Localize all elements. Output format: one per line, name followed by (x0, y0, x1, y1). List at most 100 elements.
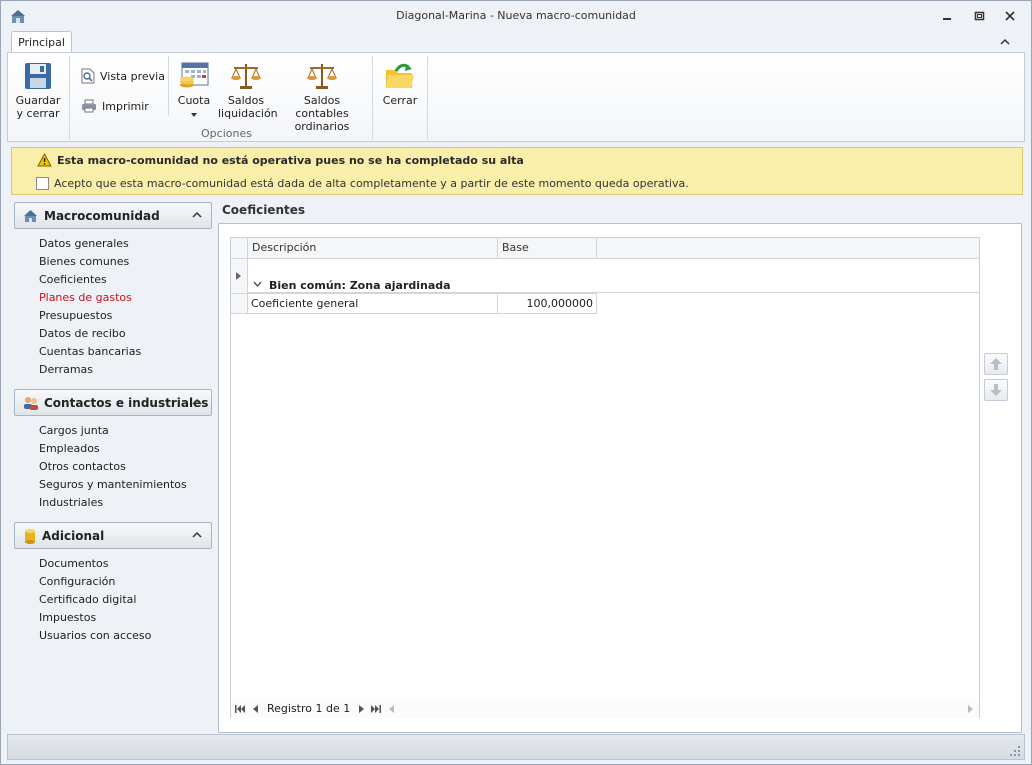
warning-title-text: Esta macro-comunidad no está operativa p… (57, 153, 524, 167)
close-label: Cerrar (382, 94, 418, 107)
minimize-button[interactable] (936, 7, 958, 25)
restore-icon (974, 11, 984, 21)
contacts-icon (24, 396, 38, 410)
nav-item-cargos-junta[interactable]: Cargos junta (39, 424, 109, 437)
status-bar (7, 734, 1025, 760)
chevron-down-icon[interactable] (253, 281, 262, 287)
nav-item-bienes-comunes[interactable]: Bienes comunes (39, 255, 129, 268)
balances-label-1: Saldos (227, 94, 265, 107)
chevron-up-icon (192, 531, 202, 538)
window-title: Diagonal-Marina - Nueva macro-comunidad (396, 9, 636, 22)
minimize-icon (943, 18, 951, 20)
ribbon-separator (168, 56, 169, 116)
dropdown-arrow-icon (191, 113, 197, 117)
move-down-button[interactable] (984, 379, 1008, 401)
accept-operational-checkbox-row[interactable]: Acepto que esta macro-comunidad está dad… (36, 177, 689, 190)
printer-icon (82, 99, 96, 113)
chevron-up-icon (1000, 38, 1010, 45)
scroll-left-icon[interactable] (389, 704, 395, 713)
accounting-label-1: Saldos contables (295, 94, 349, 120)
ribbon-panel: Guardar y cerrar Vista previa Imprimir C… (7, 52, 1025, 142)
cell-divider (596, 294, 597, 314)
preview-button[interactable]: Vista previa (81, 67, 165, 85)
quota-button[interactable]: Cuota (176, 61, 212, 120)
nav-group-title: Macrocomunidad (44, 208, 160, 223)
nav-item-empleados[interactable]: Empleados (39, 442, 100, 455)
save-close-button[interactable]: Guardar y cerrar (14, 61, 62, 120)
ribbon-separator (372, 56, 373, 140)
maximize-button[interactable] (968, 7, 990, 25)
scales-icon (307, 64, 337, 89)
arrow-down-icon (990, 384, 1002, 396)
close-icon (1005, 11, 1015, 21)
title-bar: Diagonal-Marina - Nueva macro-comunidad (1, 1, 1031, 30)
nav-item-otros-contactos[interactable]: Otros contactos (39, 460, 126, 473)
preview-label: Vista previa (100, 69, 165, 83)
cell-base[interactable]: 100,000000 (498, 294, 593, 314)
nav-item-seguros[interactable]: Seguros y mantenimientos (39, 478, 187, 491)
options-group-label: Opciones (201, 127, 252, 140)
first-record-icon[interactable] (235, 704, 245, 713)
balances-label-2: liquidación (218, 107, 278, 120)
preview-icon (81, 68, 95, 84)
previous-record-icon[interactable] (253, 704, 258, 713)
balances-settlement-button[interactable]: Saldos liquidación (218, 61, 278, 120)
tab-principal[interactable]: Principal (11, 31, 72, 54)
accounting-label-2: ordinarios (294, 120, 350, 133)
collapse-ribbon-button[interactable] (997, 34, 1013, 50)
quota-label: Cuota (177, 94, 211, 107)
nav-item-datos-de-recibo[interactable]: Datos de recibo (39, 327, 126, 340)
resize-grip-icon[interactable] (1010, 746, 1020, 756)
row-indicator (231, 259, 248, 293)
nav-group-contactos[interactable]: Contactos e industriales (14, 389, 212, 416)
nav-item-certificado-digital[interactable]: Certificado digital (39, 593, 136, 606)
nav-item-planes-de-gastos[interactable]: Planes de gastos (39, 291, 132, 304)
scales-icon (231, 64, 261, 89)
group-row-label[interactable]: Bien común: Zona ajardinada (269, 279, 451, 292)
column-header-descripcion[interactable]: Descripción (248, 238, 498, 258)
warning-icon (37, 153, 52, 167)
folder-arrow-icon (386, 63, 414, 88)
close-window-button[interactable] (999, 7, 1021, 25)
nav-item-industriales[interactable]: Industriales (39, 496, 103, 509)
nav-group-title: Adicional (42, 528, 105, 543)
next-record-icon[interactable] (359, 704, 365, 713)
nav-group-adicional[interactable]: Adicional (14, 522, 212, 549)
nav-group-title: Contactos e industriales (44, 395, 209, 410)
nav-item-coeficientes[interactable]: Coeficientes (39, 273, 107, 286)
warning-banner: Esta macro-comunidad no está operativa p… (11, 147, 1023, 195)
community-icon (24, 209, 37, 222)
nav-item-derramas[interactable]: Derramas (39, 363, 93, 376)
nav-item-usuarios-con-acceso[interactable]: Usuarios con acceso (39, 629, 151, 642)
nav-item-configuracion[interactable]: Configuración (39, 575, 115, 588)
arrow-up-icon (990, 358, 1002, 370)
table-row[interactable]: Coeficiente general 100,000000 (248, 293, 597, 314)
nav-group-macrocomunidad[interactable]: Macrocomunidad (14, 202, 212, 229)
move-up-button[interactable] (984, 353, 1008, 375)
nav-item-presupuestos[interactable]: Presupuestos (39, 309, 112, 322)
save-close-label-2: y cerrar (16, 107, 60, 120)
accounting-balances-button[interactable]: Saldos contables ordinarios (278, 61, 366, 133)
record-count-label: Registro 1 de 1 (267, 702, 351, 715)
close-button[interactable]: Cerrar (380, 61, 420, 107)
ribbon-separator (427, 56, 428, 140)
grid-header: Descripción Base (231, 238, 979, 259)
accept-operational-checkbox[interactable] (36, 177, 49, 190)
cell-description[interactable]: Coeficiente general (251, 294, 497, 314)
chevron-up-icon (192, 211, 202, 218)
nav-item-cuentas-bancarias[interactable]: Cuentas bancarias (39, 345, 141, 358)
nav-item-datos-generales[interactable]: Datos generales (39, 237, 129, 250)
grid-corner (231, 238, 248, 258)
column-header-base[interactable]: Base (498, 238, 597, 258)
row-pointer-icon (236, 272, 241, 280)
nav-item-impuestos[interactable]: Impuestos (39, 611, 96, 624)
floppy-disk-icon (25, 63, 51, 89)
last-record-icon[interactable] (371, 704, 382, 713)
chevron-up-icon (192, 398, 202, 405)
print-button[interactable]: Imprimir (81, 97, 149, 115)
accept-operational-label: Acepto que esta macro-comunidad está dad… (54, 177, 689, 190)
nav-item-documentos[interactable]: Documentos (39, 557, 108, 570)
scroll-right-icon[interactable] (968, 704, 973, 713)
app-window: Diagonal-Marina - Nueva macro-comunidad … (0, 0, 1032, 765)
record-navigator: Registro 1 de 1 (231, 699, 979, 718)
